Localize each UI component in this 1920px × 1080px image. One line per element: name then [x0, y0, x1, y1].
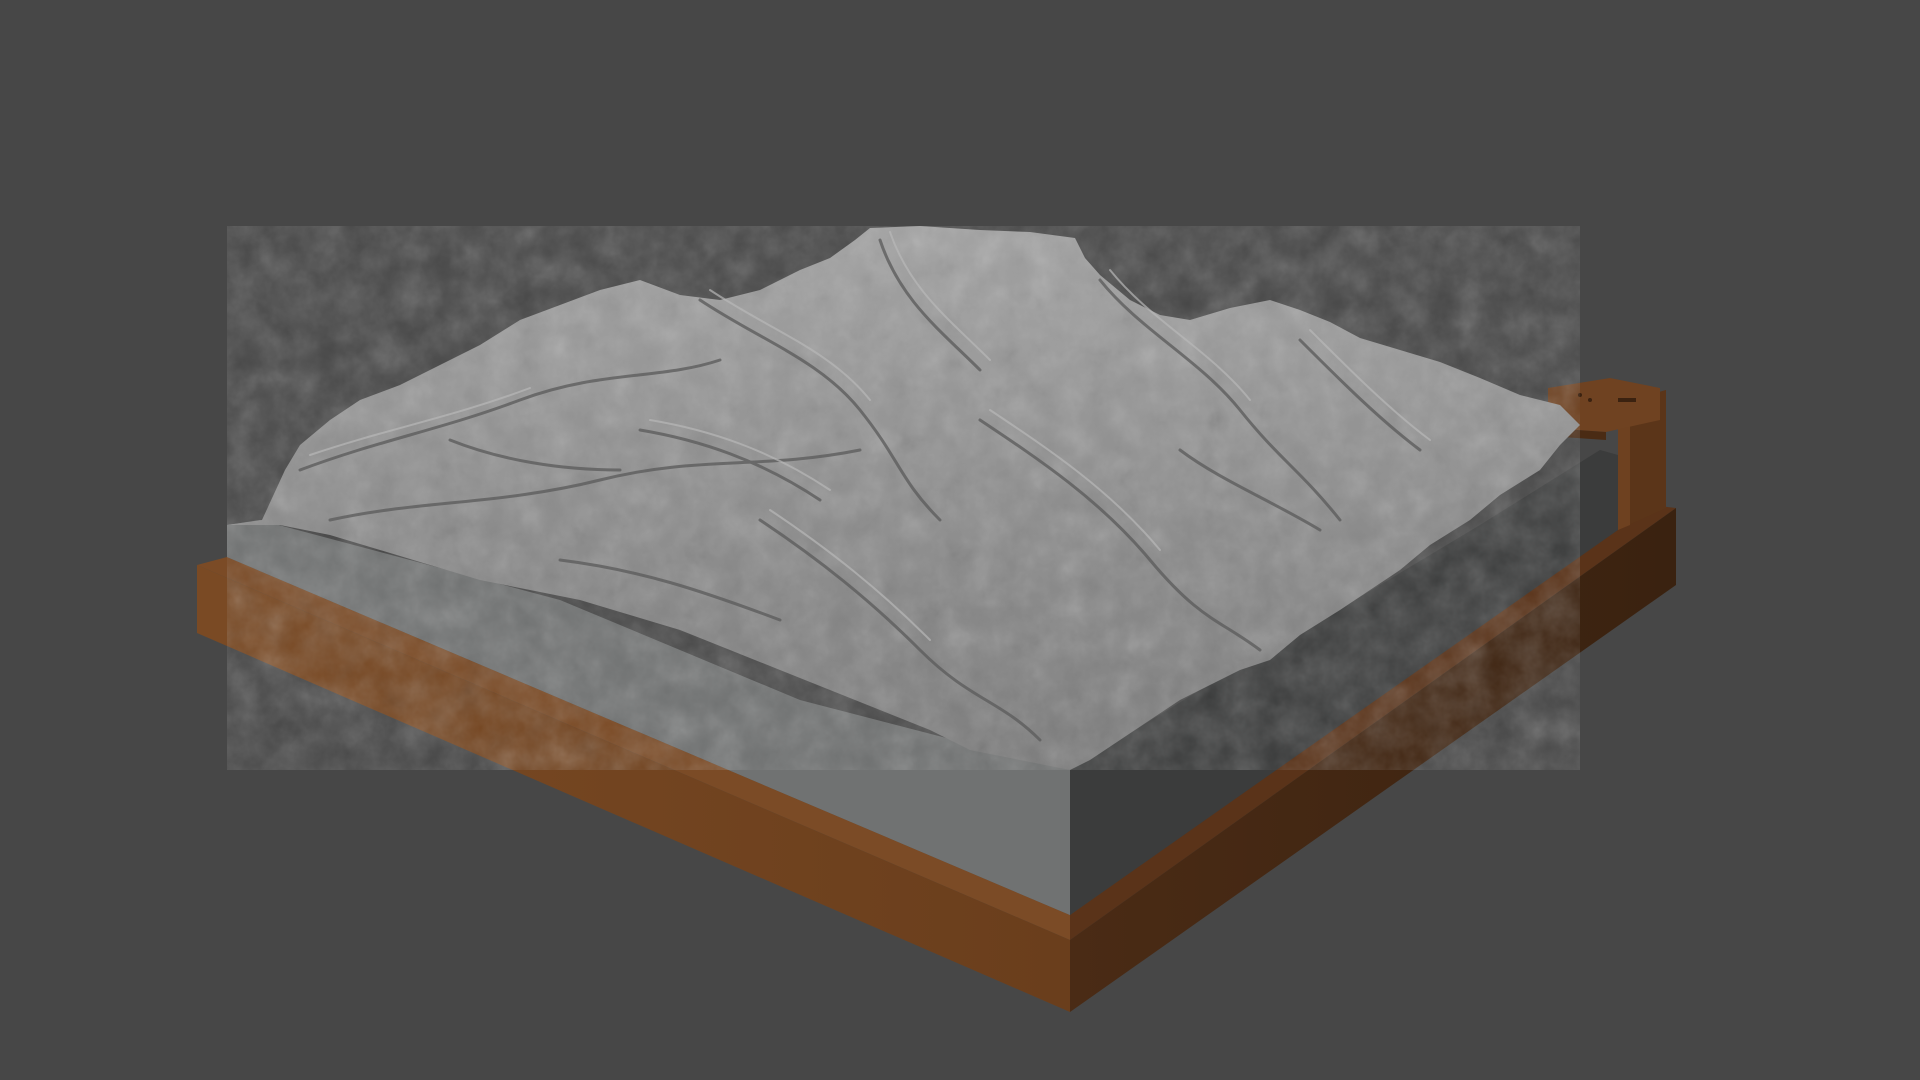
label-plate-mark — [1618, 398, 1636, 402]
label-plate-dot — [1588, 398, 1592, 402]
terrain-scene — [197, 226, 1676, 1012]
label-plate-dot — [1578, 393, 1582, 397]
3d-viewport[interactable] — [0, 0, 1920, 1080]
terrain-block — [227, 226, 1618, 915]
